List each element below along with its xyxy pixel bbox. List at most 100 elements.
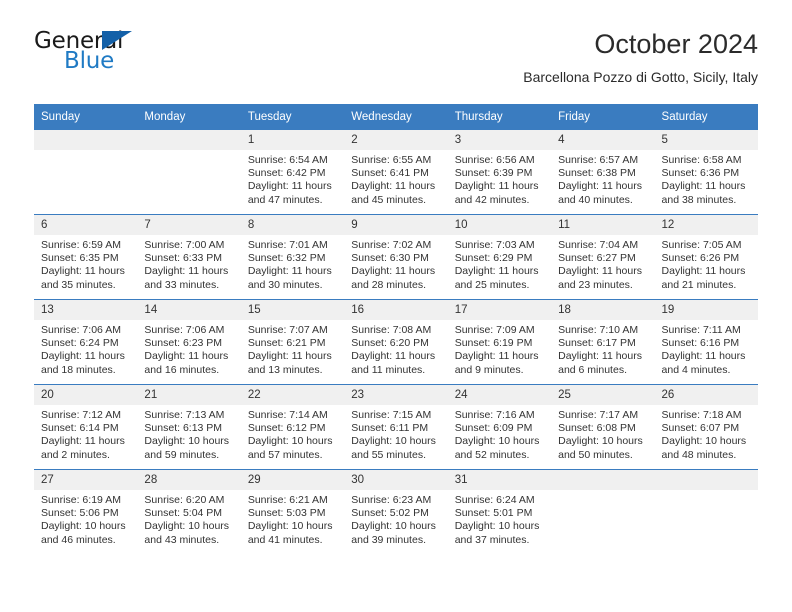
calendar-day-cell[interactable]: 16 Sunrise: 7:08 AM Sunset: 6:20 PM Dayligh…: [344, 299, 448, 385]
daylight-text-line2: and 21 minutes.: [661, 278, 737, 291]
sunrise-text: Sunrise: 6:20 AM: [144, 494, 225, 506]
calendar-day-cell[interactable]: 11 Sunrise: 7:04 AM Sunset: 6:27 PM Dayligh…: [551, 214, 655, 300]
day-sun-info: Sunrise: 7:06 AM Sunset: 6:23 PM Daylight:…: [137, 320, 240, 377]
day-number: 29: [240, 470, 345, 490]
calendar-day-cell[interactable]: 25 Sunrise: 7:17 AM Sunset: 6:08 PM Dayligh…: [551, 384, 655, 470]
calendar-day-cell[interactable]: 5 Sunrise: 6:58 AM Sunset: 6:36 PM Daylight…: [654, 130, 758, 215]
sunrise-text: Sunrise: 7:14 AM: [247, 409, 328, 421]
daylight-text-line2: and 50 minutes.: [558, 448, 633, 461]
sunset-text: Sunset: 6:19 PM: [454, 337, 533, 350]
calendar-day-cell[interactable]: 8 Sunrise: 7:01 AM Sunset: 6:32 PM Daylight…: [240, 214, 345, 300]
day-sun-info: Sunrise: 7:07 AM Sunset: 6:21 PM Daylight:…: [241, 320, 344, 377]
day-sun-info: Sunrise: 7:02 AM Sunset: 6:30 PM Daylight:…: [344, 235, 447, 292]
calendar-day-cell[interactable]: 22 Sunrise: 7:14 AM Sunset: 6:12 PM Dayligh…: [240, 384, 345, 470]
calendar-day-cell[interactable]: 19 Sunrise: 7:11 AM Sunset: 6:16 PM Dayligh…: [654, 299, 758, 385]
day-sun-info: Sunrise: 7:06 AM Sunset: 6:24 PM Daylight:…: [34, 320, 137, 377]
day-sun-info: Sunrise: 6:24 AM Sunset: 5:01 PM Daylight:…: [448, 490, 551, 547]
weekday-header-wednesday: Wednesday: [344, 104, 448, 130]
calendar-day-cell[interactable]: 31 Sunrise: 6:24 AM Sunset: 5:01 PM Dayligh…: [447, 469, 552, 554]
sunset-text: Sunset: 5:01 PM: [454, 507, 533, 520]
calendar-day-cell[interactable]: 14 Sunrise: 7:06 AM Sunset: 6:23 PM Dayligh…: [137, 299, 241, 385]
day-sun-info: Sunrise: 6:20 AM Sunset: 5:04 PM Daylight:…: [137, 490, 240, 547]
day-number: 25: [551, 385, 655, 405]
day-cell-inner: 12 Sunrise: 7:05 AM Sunset: 6:26 PM Dayligh…: [654, 215, 758, 299]
day-cell-inner: 21 Sunrise: 7:13 AM Sunset: 6:13 PM Dayligh…: [137, 385, 241, 469]
calendar-day-cell[interactable]: 15 Sunrise: 7:07 AM Sunset: 6:21 PM Dayligh…: [240, 299, 345, 385]
calendar-day-cell[interactable]: 17 Sunrise: 7:09 AM Sunset: 6:19 PM Dayligh…: [447, 299, 552, 385]
sunrise-text: Sunrise: 7:07 AM: [247, 324, 328, 336]
day-sun-info: Sunrise: 6:23 AM Sunset: 5:02 PM Daylight:…: [344, 490, 447, 547]
calendar-day-cell[interactable]: 1 Sunrise: 6:54 AM Sunset: 6:42 PM Daylight…: [240, 130, 345, 215]
sunrise-text: Sunrise: 6:59 AM: [41, 239, 121, 251]
day-number: 17: [447, 300, 552, 320]
calendar-day-cell[interactable]: 4 Sunrise: 6:57 AM Sunset: 6:38 PM Daylight…: [551, 130, 655, 215]
calendar-day-cell[interactable]: 20 Sunrise: 7:12 AM Sunset: 6:14 PM Dayligh…: [34, 384, 138, 470]
weekday-header-thursday: Thursday: [447, 104, 552, 130]
sunrise-text: Sunrise: 7:13 AM: [144, 409, 225, 421]
calendar-day-cell: [137, 130, 241, 215]
sunset-text: Sunset: 6:12 PM: [247, 422, 326, 435]
calendar-day-cell[interactable]: 26 Sunrise: 7:18 AM Sunset: 6:07 PM Dayligh…: [654, 384, 758, 470]
day-cell-inner: 24 Sunrise: 7:16 AM Sunset: 6:09 PM Dayligh…: [447, 385, 552, 469]
calendar-day-cell[interactable]: 29 Sunrise: 6:21 AM Sunset: 5:03 PM Dayligh…: [240, 469, 345, 554]
daylight-text-line2: and 40 minutes.: [558, 193, 633, 206]
daylight-text-line1: Daylight: 10 hours: [41, 520, 126, 533]
day-number: 27: [34, 470, 138, 490]
sunset-text: Sunset: 5:02 PM: [351, 507, 429, 520]
calendar-day-cell[interactable]: 3 Sunrise: 6:56 AM Sunset: 6:39 PM Daylight…: [447, 130, 552, 215]
daylight-text-line2: and 30 minutes.: [247, 278, 323, 291]
day-sun-info: Sunrise: 6:19 AM Sunset: 5:06 PM Daylight:…: [34, 490, 137, 547]
day-sun-info: Sunrise: 7:08 AM Sunset: 6:20 PM Daylight:…: [344, 320, 447, 377]
day-number: 23: [344, 385, 448, 405]
day-sun-info: Sunrise: 6:57 AM Sunset: 6:38 PM Daylight:…: [551, 150, 654, 207]
sunset-text: Sunset: 6:23 PM: [144, 337, 223, 350]
calendar-day-cell[interactable]: 10 Sunrise: 7:03 AM Sunset: 6:29 PM Dayligh…: [447, 214, 552, 300]
sunset-text: Sunset: 6:32 PM: [247, 252, 326, 265]
day-cell-inner: 8 Sunrise: 7:01 AM Sunset: 6:32 PM Daylight…: [240, 215, 345, 299]
day-cell-inner: 5 Sunrise: 6:58 AM Sunset: 6:36 PM Daylight…: [654, 130, 758, 214]
daylight-text-line1: Daylight: 10 hours: [247, 435, 333, 448]
day-cell-inner: 22 Sunrise: 7:14 AM Sunset: 6:12 PM Dayligh…: [240, 385, 345, 469]
calendar-week-row: 6 Sunrise: 6:59 AM Sunset: 6:35 PM Daylight…: [34, 214, 758, 300]
calendar-day-cell[interactable]: 21 Sunrise: 7:13 AM Sunset: 6:13 PM Dayligh…: [137, 384, 241, 470]
weekday-header-row: Sunday Monday Tuesday Wednesday Thursday…: [34, 104, 758, 130]
calendar-day-cell[interactable]: 9 Sunrise: 7:02 AM Sunset: 6:30 PM Daylight…: [344, 214, 448, 300]
daylight-text-line1: Daylight: 11 hours: [351, 350, 436, 363]
calendar-day-cell[interactable]: 6 Sunrise: 6:59 AM Sunset: 6:35 PM Daylight…: [34, 214, 138, 300]
day-sun-info: Sunrise: 7:16 AM Sunset: 6:09 PM Daylight:…: [448, 405, 551, 462]
sunset-text: Sunset: 6:09 PM: [454, 422, 533, 435]
calendar-grid: Sunday Monday Tuesday Wednesday Thursday…: [34, 104, 758, 554]
day-sun-info: Sunrise: 6:54 AM Sunset: 6:42 PM Daylight:…: [241, 150, 344, 207]
calendar-day-cell[interactable]: 7 Sunrise: 7:00 AM Sunset: 6:33 PM Daylight…: [137, 214, 241, 300]
brand-logo[interactable]: General Blue: [34, 28, 254, 88]
calendar-day-cell[interactable]: 12 Sunrise: 7:05 AM Sunset: 6:26 PM Dayligh…: [654, 214, 758, 300]
daylight-text-line2: and 42 minutes.: [454, 193, 530, 206]
daylight-text-line2: and 33 minutes.: [144, 278, 220, 291]
day-number: 9: [344, 215, 448, 235]
day-sun-info: Sunrise: 7:18 AM Sunset: 6:07 PM Daylight:…: [655, 405, 758, 462]
sunrise-text: Sunrise: 7:09 AM: [454, 324, 535, 336]
calendar-page: General Blue October 2024 Barcellona Poz…: [0, 0, 792, 612]
calendar-day-cell[interactable]: 30 Sunrise: 6:23 AM Sunset: 5:02 PM Dayligh…: [344, 469, 448, 554]
sunset-text: Sunset: 6:26 PM: [661, 252, 740, 265]
sunrise-text: Sunrise: 6:19 AM: [41, 494, 121, 506]
calendar-table: Sunday Monday Tuesday Wednesday Thursday…: [34, 104, 758, 554]
sunrise-text: Sunrise: 7:05 AM: [661, 239, 742, 251]
daylight-text-line1: Daylight: 11 hours: [454, 350, 539, 363]
day-cell-inner: 15 Sunrise: 7:07 AM Sunset: 6:21 PM Dayligh…: [240, 300, 345, 384]
calendar-day-cell[interactable]: 27 Sunrise: 6:19 AM Sunset: 5:06 PM Dayligh…: [34, 469, 138, 554]
calendar-day-cell[interactable]: 28 Sunrise: 6:20 AM Sunset: 5:04 PM Dayligh…: [137, 469, 241, 554]
calendar-day-cell[interactable]: 18 Sunrise: 7:10 AM Sunset: 6:17 PM Dayligh…: [551, 299, 655, 385]
day-number: 4: [551, 130, 655, 150]
calendar-day-cell[interactable]: 23 Sunrise: 7:15 AM Sunset: 6:11 PM Dayligh…: [344, 384, 448, 470]
calendar-day-cell[interactable]: 2 Sunrise: 6:55 AM Sunset: 6:41 PM Daylight…: [344, 130, 448, 215]
day-cell-inner: 7 Sunrise: 7:00 AM Sunset: 6:33 PM Daylight…: [137, 215, 241, 299]
sunrise-text: Sunrise: 6:58 AM: [661, 154, 742, 166]
day-cell-inner: 28 Sunrise: 6:20 AM Sunset: 5:04 PM Dayligh…: [137, 470, 241, 554]
calendar-day-cell[interactable]: 24 Sunrise: 7:16 AM Sunset: 6:09 PM Dayligh…: [447, 384, 552, 470]
day-cell-inner: 4 Sunrise: 6:57 AM Sunset: 6:38 PM Daylight…: [551, 130, 655, 214]
sunrise-text: Sunrise: 6:24 AM: [454, 494, 535, 506]
daylight-text-line1: Daylight: 11 hours: [351, 265, 436, 278]
calendar-day-cell[interactable]: 13 Sunrise: 7:06 AM Sunset: 6:24 PM Dayligh…: [34, 299, 138, 385]
day-sun-info: Sunrise: 7:01 AM Sunset: 6:32 PM Daylight:…: [241, 235, 344, 292]
